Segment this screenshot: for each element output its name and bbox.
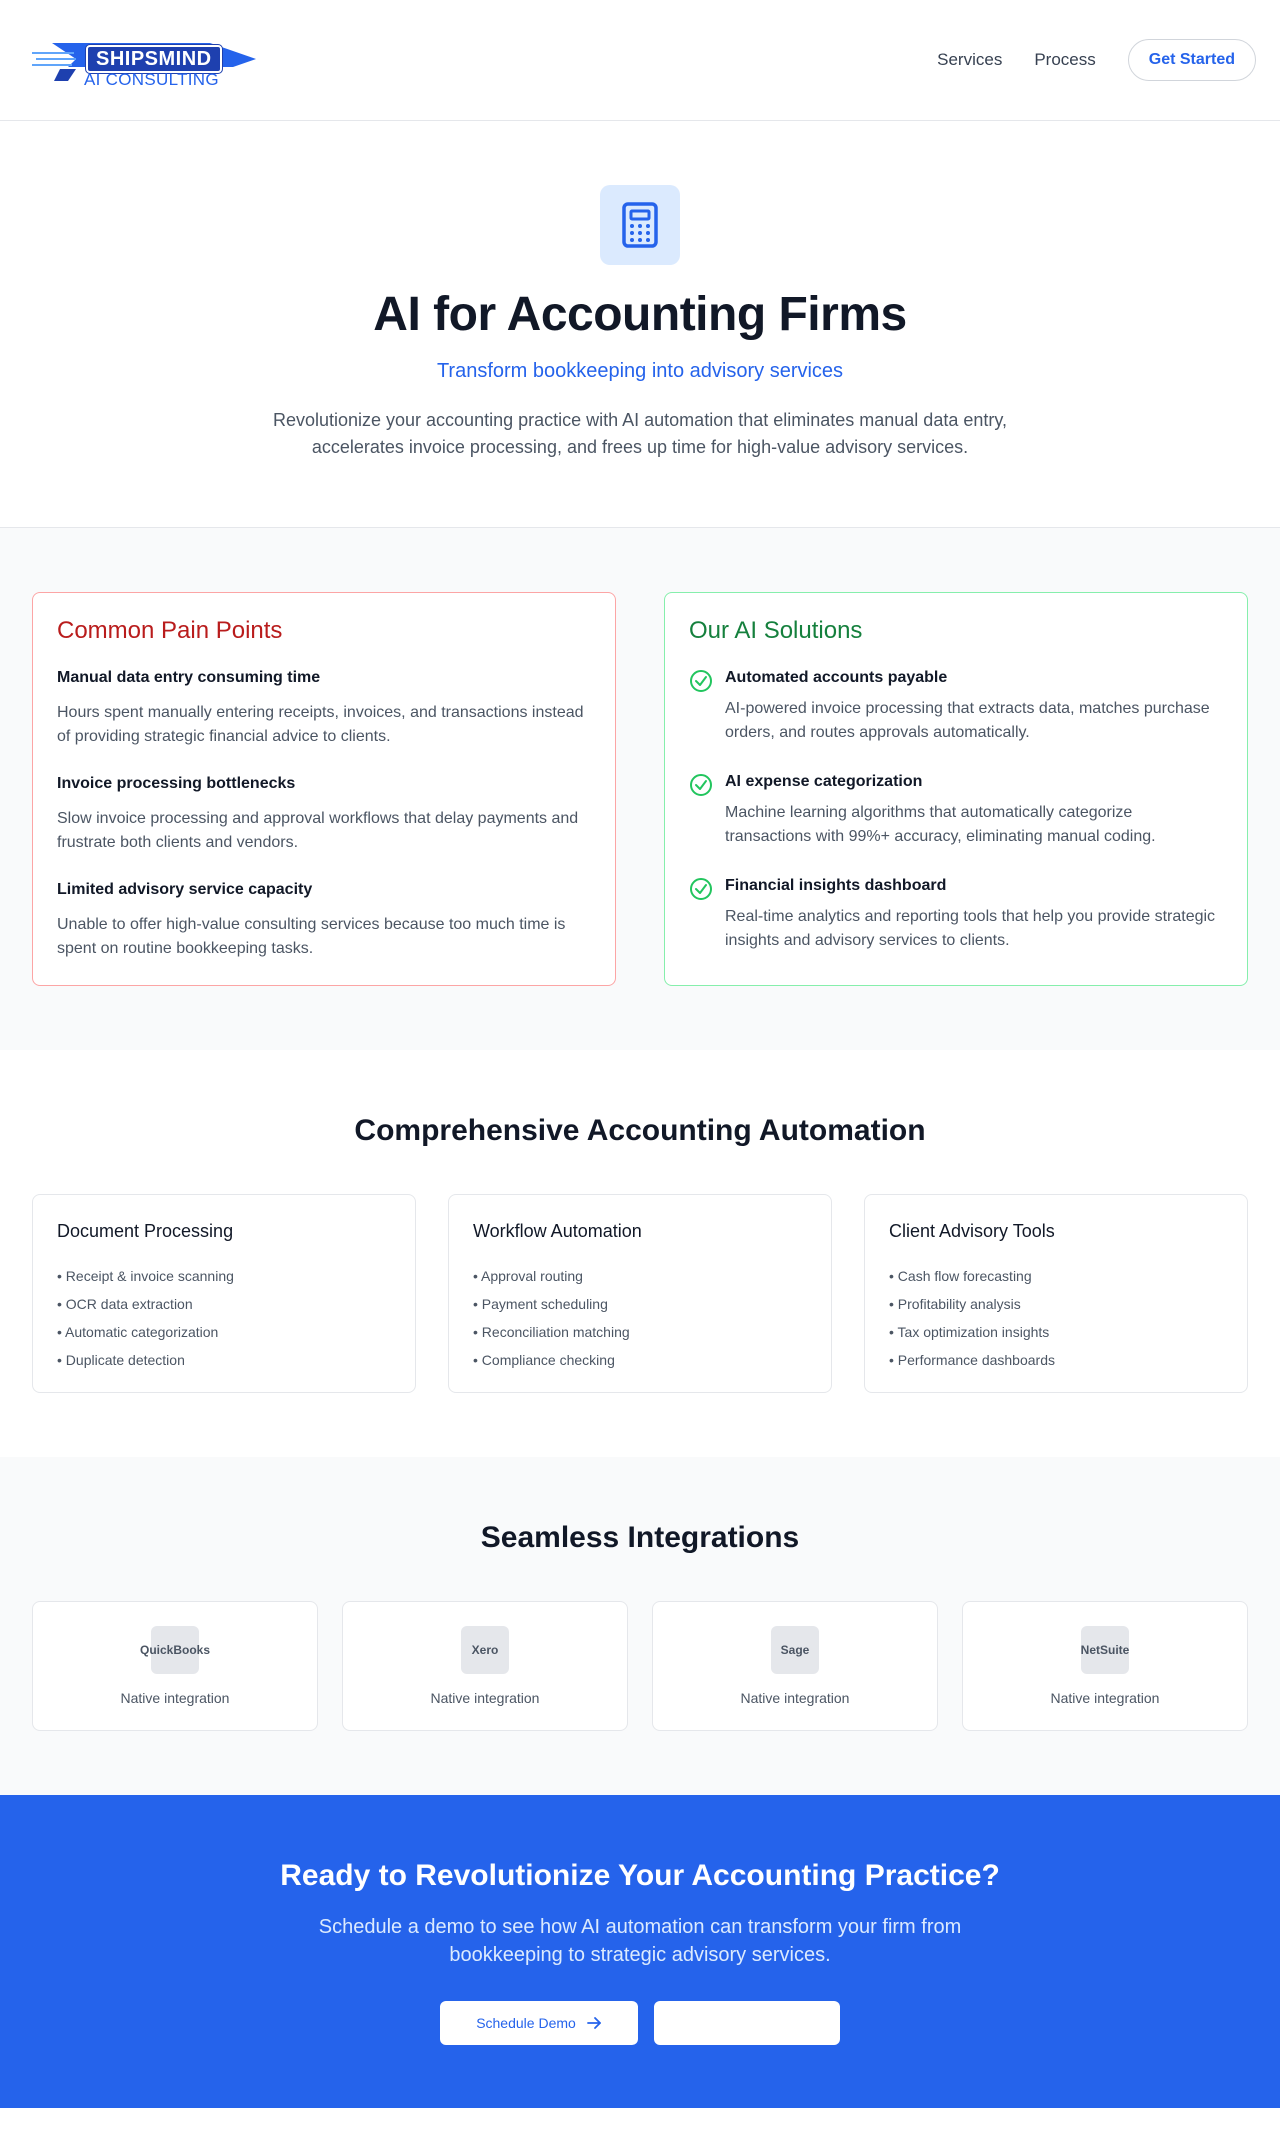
integration-card-netsuite: NetSuite Native integration (962, 1600, 1248, 1731)
automation-card-title: Workflow Automation (473, 1220, 642, 1241)
automation-section: Comprehensive Accounting Automation Docu… (0, 1049, 1280, 1457)
get-started-button[interactable]: Get Started (1127, 39, 1256, 81)
solution-item-text: Real-time analytics and reporting tools … (725, 907, 1216, 949)
sage-logo: Sage (771, 1625, 819, 1674)
solution-item-text: AI-powered invoice processing that extra… (725, 699, 1210, 741)
integration-caption: Native integration (430, 1689, 540, 1706)
list-item: • Automatic categorization (57, 1323, 219, 1340)
main-nav: Services Process Get Started (937, 39, 1256, 81)
list-item: • Duplicate detection (57, 1351, 185, 1368)
cta-section: Ready to Revolutionize Your Accounting P… (0, 1794, 1280, 2108)
integrations-title: Seamless Integrations (480, 1520, 800, 1554)
nav-services[interactable]: Services (937, 50, 1002, 70)
page-title: AI for Accounting Firms (373, 288, 907, 341)
integrations-section: Seamless Integrations QuickBooks Native … (0, 1456, 1280, 1795)
check-circle-icon (690, 773, 712, 796)
solution-item: AI expense categorization Machine learni… (689, 773, 1223, 849)
cta-buttons: Schedule Demo (32, 2000, 1248, 2045)
nav-process[interactable]: Process (1034, 50, 1095, 70)
pain-item: Limited advisory service capacity Unable… (57, 881, 591, 961)
automation-card-title: Client Advisory Tools (889, 1220, 1055, 1241)
logo[interactable]: SHIPSMIND AI CONSULTING (32, 29, 262, 91)
solution-item-title: Financial insights dashboard (725, 876, 947, 894)
automation-card: Workflow Automation • Approval routing •… (448, 1193, 832, 1393)
netsuite-logo: NetSuite (1081, 1625, 1129, 1674)
logo-tagline: AI CONSULTING (84, 70, 219, 89)
logo-wordmark: SHIPSMIND (86, 45, 222, 73)
pain-item-title: Invoice processing bottlenecks (57, 774, 296, 792)
xero-logo: Xero (461, 1625, 509, 1674)
list-item: • OCR data extraction (57, 1295, 193, 1312)
check-circle-icon (690, 669, 712, 692)
arrow-right-icon (586, 2016, 601, 2029)
hero-section: AI for Accounting Firms Transform bookke… (0, 121, 1280, 528)
list-item: • Profitability analysis (889, 1295, 1021, 1312)
automation-card: Client Advisory Tools • Cash flow foreca… (864, 1193, 1248, 1393)
list-item: • Reconciliation matching (473, 1323, 630, 1340)
calculator-icon (600, 185, 680, 265)
automation-title: Comprehensive Accounting Automation (354, 1113, 926, 1147)
pain-solutions-section: Common Pain Points Manual data entry con… (0, 527, 1280, 1050)
solutions-card: Our AI Solutions Automated accounts paya… (664, 591, 1248, 986)
site-header: SHIPSMIND AI CONSULTING Services Process… (0, 0, 1280, 121)
integration-caption: Native integration (120, 1689, 230, 1706)
automation-grid: Document Processing • Receipt & invoice … (32, 1193, 1248, 1393)
pain-item: Manual data entry consuming time Hours s… (57, 669, 591, 749)
cta-title: Ready to Revolutionize Your Accounting P… (280, 1858, 1000, 1892)
schedule-demo-label: Schedule Demo (476, 2014, 576, 2031)
list-item: • Compliance checking (473, 1351, 615, 1368)
integration-caption: Native integration (740, 1689, 850, 1706)
solution-item: Financial insights dashboard Real-time a… (689, 877, 1223, 953)
list-item: • Tax optimization insights (889, 1323, 1050, 1340)
integrations-grid: QuickBooks Native integration Xero Nativ… (32, 1600, 1248, 1731)
pain-points-title: Common Pain Points (57, 616, 283, 644)
pain-item-text: Unable to offer high-value consulting se… (57, 915, 566, 957)
check-circle-icon (690, 877, 712, 900)
quickbooks-logo: QuickBooks (140, 1625, 210, 1674)
solutions-title: Our AI Solutions (689, 616, 863, 644)
automation-card-title: Document Processing (57, 1220, 234, 1241)
solution-item: Automated accounts payable AI-powered in… (689, 669, 1223, 745)
pain-item: Invoice processing bottlenecks Slow invo… (57, 775, 591, 855)
hero-description: Revolutionize your accounting practice w… (272, 409, 1008, 457)
list-item: • Cash flow forecasting (889, 1267, 1032, 1284)
hero-subtitle: Transform bookkeeping into advisory serv… (436, 359, 844, 382)
pain-item-text: Hours spent manually entering receipts, … (57, 703, 584, 745)
list-item: • Payment scheduling (473, 1295, 608, 1312)
pain-points-card: Common Pain Points Manual data entry con… (32, 591, 616, 986)
solution-item-title: AI expense categorization (725, 772, 923, 790)
list-item: • Receipt & invoice scanning (57, 1267, 234, 1284)
solution-item-title: Automated accounts payable (725, 668, 948, 686)
integration-card-quickbooks: QuickBooks Native integration (32, 1600, 318, 1731)
pain-item-title: Limited advisory service capacity (57, 880, 313, 898)
integration-card-xero: Xero Native integration (342, 1600, 628, 1731)
integration-caption: Native integration (1050, 1689, 1160, 1706)
solution-item-text: Machine learning algorithms that automat… (725, 803, 1156, 845)
secondary-cta-button[interactable] (654, 2000, 840, 2045)
pain-item-title: Manual data entry consuming time (57, 668, 321, 686)
automation-card: Document Processing • Receipt & invoice … (32, 1193, 416, 1393)
list-item: • Approval routing (473, 1267, 583, 1284)
pain-item-text: Slow invoice processing and approval wor… (57, 809, 579, 851)
integration-card-sage: Sage Native integration (652, 1600, 938, 1731)
list-item: • Performance dashboards (889, 1351, 1055, 1368)
schedule-demo-button[interactable]: Schedule Demo (440, 2000, 638, 2045)
cta-text: Schedule a demo to see how AI automation… (318, 1915, 962, 1966)
